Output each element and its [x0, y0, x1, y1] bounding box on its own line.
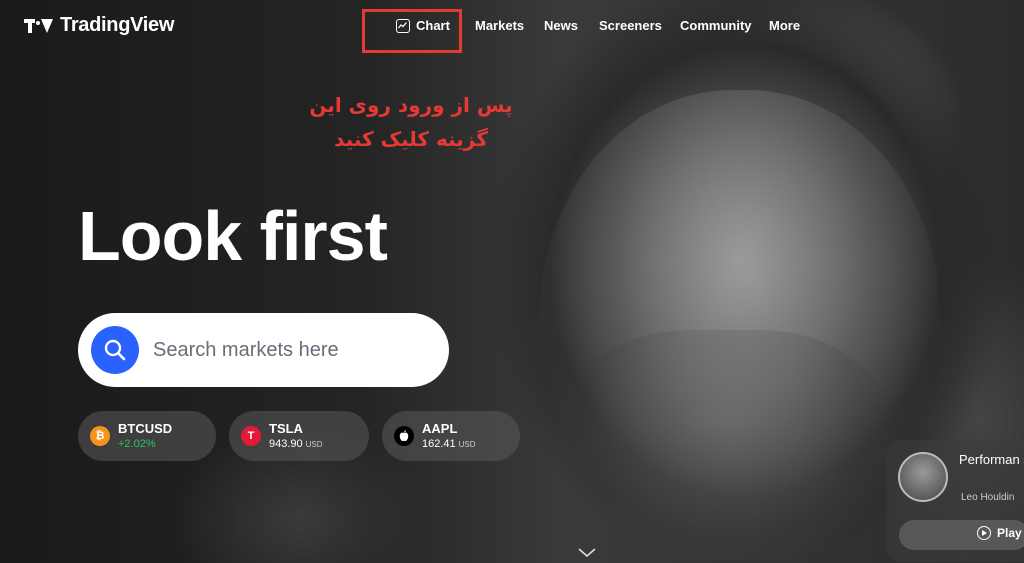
ticker-change: +2.02%: [118, 437, 156, 450]
search-button[interactable]: [91, 326, 139, 374]
nav-item-label: Community: [680, 18, 752, 33]
nav-item-label: More: [769, 18, 801, 33]
hero-beard-shade: [560, 330, 890, 560]
ticker-aapl[interactable]: AAPL 162.41 USD: [382, 411, 520, 461]
apple-icon: [394, 426, 414, 446]
nav-item-news[interactable]: News: [544, 18, 578, 33]
promo-play-button[interactable]: Play: [977, 526, 1022, 540]
search-bar[interactable]: [78, 313, 449, 387]
hero-headline: Look first: [78, 197, 388, 275]
promo-title: Performan success thr: [959, 452, 1024, 467]
nav-item-screeners[interactable]: Screeners: [599, 18, 662, 33]
promo-card[interactable]: Performan success thr Leo Houldin Play: [887, 440, 1024, 562]
ticker-symbol: TSLA: [269, 420, 303, 436]
site-header: TradingView Chart Markets News Screeners…: [0, 0, 1024, 52]
ticker-currency: USD: [458, 439, 476, 449]
tradingview-logo[interactable]: TradingView: [24, 14, 174, 37]
search-input[interactable]: [151, 337, 435, 363]
nav-item-label: Markets: [475, 18, 525, 33]
annotation-highlight-box: [362, 9, 462, 53]
ticker-currency: USD: [305, 439, 323, 449]
promo-author-avatar: [898, 452, 948, 502]
ticker-btcusd[interactable]: ₿ BTCUSD +2.02%: [78, 411, 216, 461]
annotation-text: پس از ورود روی این گزینه کلیک کنید: [300, 88, 522, 156]
nav-item-more[interactable]: More: [769, 18, 800, 33]
logo-text: TradingView: [60, 14, 175, 36]
scroll-down-chevron-icon[interactable]: [578, 548, 596, 558]
ticker-list: ₿ BTCUSD +2.02% T TSLA 943.90 USD AAPL 16…: [78, 411, 520, 461]
ticker-tsla[interactable]: T TSLA 943.90 USD: [229, 411, 369, 461]
promo-author: Leo Houldin: [961, 492, 1015, 503]
annotation-line-1: پس از ورود روی این: [309, 93, 513, 117]
nav-item-community[interactable]: Community: [680, 18, 752, 33]
nav-item-label: Screeners: [599, 18, 662, 33]
ticker-price: 162.41: [422, 437, 456, 450]
search-icon: [104, 339, 126, 361]
bitcoin-icon: ₿: [90, 426, 110, 446]
promo-play-label: Play: [997, 526, 1022, 540]
nav-item-markets[interactable]: Markets: [475, 18, 524, 33]
ticker-price: 943.90: [269, 437, 303, 450]
tesla-icon: T: [241, 426, 261, 446]
nav-item-label: News: [544, 18, 578, 33]
ticker-price-row: 943.90 USD: [269, 437, 323, 452]
tradingview-logo-icon: [24, 17, 54, 35]
ticker-price-row: 162.41 USD: [422, 437, 476, 452]
ticker-symbol: BTCUSD: [118, 420, 173, 436]
annotation-line-2: گزینه کلیک کنید: [334, 127, 488, 151]
play-icon: [977, 526, 991, 540]
ticker-symbol: AAPL: [422, 420, 458, 436]
